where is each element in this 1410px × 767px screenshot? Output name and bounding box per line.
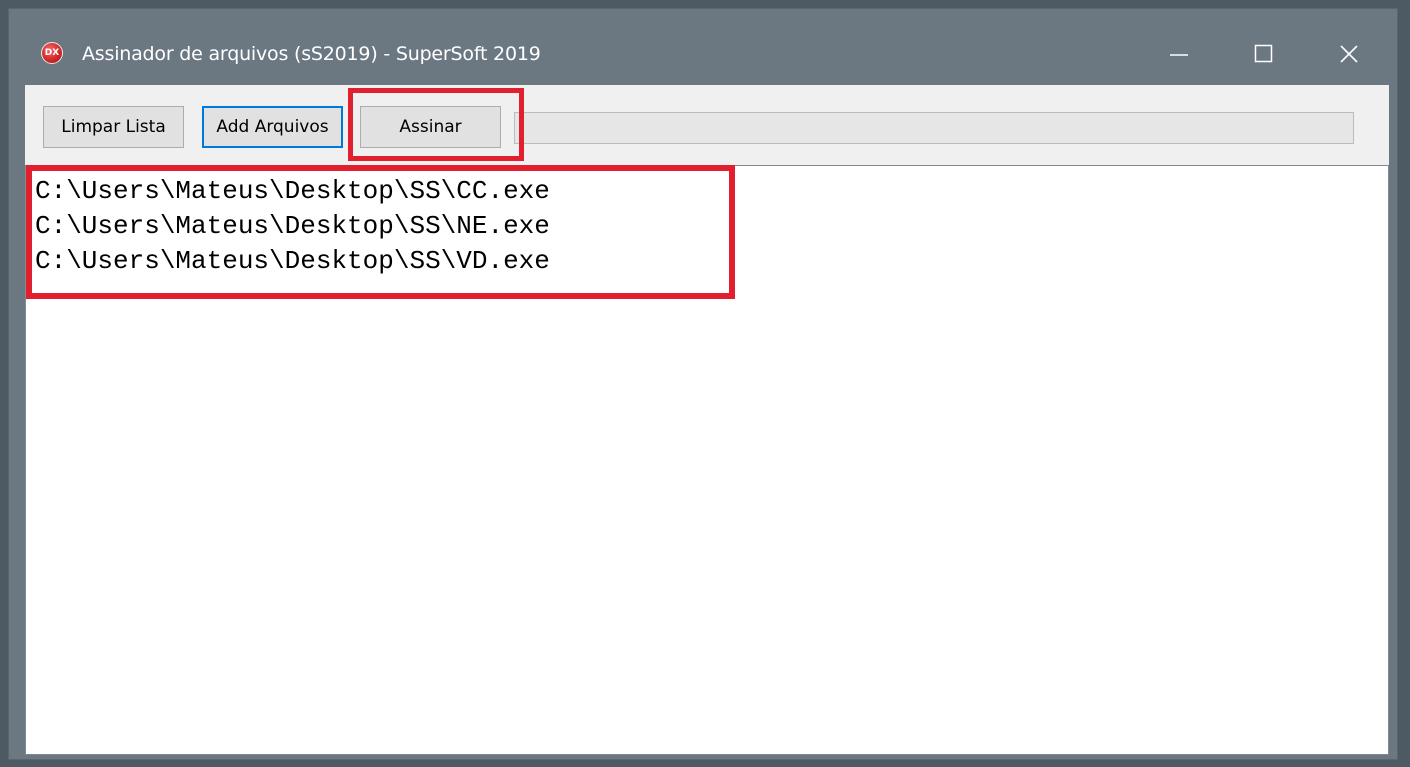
file-list-item[interactable]: C:\Users\Mateus\Desktop\SS\VD.exe bbox=[35, 244, 550, 278]
maximize-icon bbox=[1254, 44, 1273, 63]
dx-logo-icon[interactable]: DX bbox=[41, 42, 63, 64]
minimize-icon bbox=[1170, 54, 1188, 56]
sign-button[interactable]: Assinar bbox=[360, 106, 501, 148]
add-files-button[interactable]: Add Arquivos bbox=[202, 106, 343, 148]
maximize-button[interactable] bbox=[1232, 29, 1296, 77]
file-list[interactable]: C:\Users\Mateus\Desktop\SS\CC.exe C:\Use… bbox=[25, 165, 1389, 755]
app-window: DX Assinador de arquivos (sS2019) - Supe… bbox=[8, 8, 1398, 760]
window-title: Assinador de arquivos (sS2019) - SuperSo… bbox=[82, 43, 541, 65]
file-list-item[interactable]: C:\Users\Mateus\Desktop\SS\NE.exe bbox=[35, 209, 550, 243]
progress-bar bbox=[514, 112, 1354, 144]
minimize-button[interactable] bbox=[1147, 29, 1211, 77]
clear-list-button[interactable]: Limpar Lista bbox=[43, 106, 184, 148]
close-button[interactable] bbox=[1317, 29, 1381, 77]
toolbar: Limpar Lista Add Arquivos Assinar bbox=[25, 85, 1389, 165]
file-list-item[interactable]: C:\Users\Mateus\Desktop\SS\CC.exe bbox=[35, 174, 550, 208]
close-icon bbox=[1340, 45, 1358, 63]
title-bar[interactable]: DX Assinador de arquivos (sS2019) - Supe… bbox=[9, 9, 1397, 85]
